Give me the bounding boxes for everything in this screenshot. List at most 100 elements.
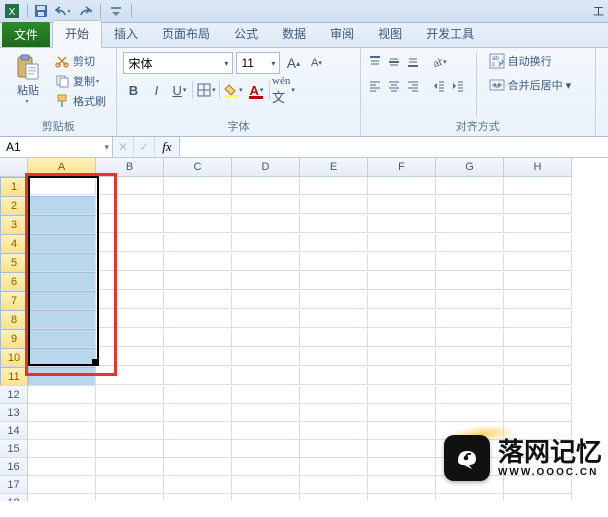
cell[interactable] bbox=[232, 253, 300, 271]
cell[interactable] bbox=[28, 458, 96, 476]
cell[interactable] bbox=[504, 177, 572, 195]
cell[interactable] bbox=[164, 367, 232, 385]
row-header[interactable]: 6 bbox=[0, 272, 28, 291]
align-right-button[interactable] bbox=[405, 76, 421, 96]
column-header[interactable]: G bbox=[436, 158, 504, 177]
cell[interactable] bbox=[300, 367, 368, 385]
cell[interactable] bbox=[164, 310, 232, 328]
cell[interactable] bbox=[300, 177, 368, 195]
cell[interactable] bbox=[300, 494, 368, 501]
cell[interactable] bbox=[436, 196, 504, 214]
cell[interactable] bbox=[504, 329, 572, 347]
tab-formulas[interactable]: 公式 bbox=[222, 21, 270, 47]
bold-button[interactable]: B bbox=[123, 80, 143, 100]
cell[interactable] bbox=[504, 272, 572, 290]
cell[interactable] bbox=[232, 404, 300, 422]
cell[interactable] bbox=[96, 476, 164, 494]
cell[interactable] bbox=[436, 177, 504, 195]
row-header[interactable]: 7 bbox=[0, 291, 28, 310]
cell[interactable] bbox=[164, 177, 232, 195]
cell[interactable] bbox=[232, 272, 300, 290]
row-header[interactable]: 11 bbox=[0, 367, 28, 386]
cell[interactable] bbox=[368, 422, 436, 440]
cell[interactable] bbox=[436, 291, 504, 309]
cell[interactable] bbox=[232, 367, 300, 385]
cell[interactable] bbox=[300, 422, 368, 440]
cell[interactable] bbox=[368, 196, 436, 214]
cell[interactable] bbox=[164, 253, 232, 271]
row-header[interactable]: 18 bbox=[0, 494, 28, 501]
cell[interactable] bbox=[232, 476, 300, 494]
fx-enter-button[interactable]: ✓ bbox=[134, 137, 155, 157]
cell[interactable] bbox=[164, 272, 232, 290]
format-painter-button[interactable]: 格式刷 bbox=[52, 92, 108, 110]
cell[interactable] bbox=[164, 291, 232, 309]
cell[interactable] bbox=[368, 404, 436, 422]
column-header[interactable]: B bbox=[96, 158, 164, 177]
cell[interactable] bbox=[300, 404, 368, 422]
cell[interactable] bbox=[28, 476, 96, 494]
undo-button[interactable]: ▾ bbox=[53, 2, 73, 20]
cell[interactable] bbox=[28, 404, 96, 422]
cell[interactable] bbox=[504, 253, 572, 271]
cell[interactable] bbox=[504, 291, 572, 309]
cell[interactable] bbox=[232, 291, 300, 309]
cell[interactable] bbox=[28, 253, 96, 272]
increase-font-button[interactable]: A▴ bbox=[283, 53, 303, 73]
cell[interactable] bbox=[436, 404, 504, 422]
cell[interactable] bbox=[164, 422, 232, 440]
worksheet-grid[interactable]: ABCDEFGH123456789101112131415161718 落网记忆… bbox=[0, 158, 608, 501]
cell[interactable] bbox=[504, 494, 572, 501]
cell[interactable] bbox=[436, 494, 504, 501]
cell[interactable] bbox=[504, 215, 572, 233]
align-middle-button[interactable] bbox=[386, 52, 402, 72]
align-left-button[interactable] bbox=[367, 76, 383, 96]
cell[interactable] bbox=[232, 386, 300, 404]
tab-insert[interactable]: 插入 bbox=[102, 21, 150, 47]
cell[interactable] bbox=[96, 329, 164, 347]
column-header[interactable]: C bbox=[164, 158, 232, 177]
cell[interactable] bbox=[504, 404, 572, 422]
fill-color-button[interactable]: ▾ bbox=[223, 80, 243, 100]
row-header[interactable]: 14 bbox=[0, 422, 28, 440]
cell[interactable] bbox=[300, 272, 368, 290]
cell[interactable] bbox=[96, 458, 164, 476]
border-button[interactable]: ▾ bbox=[196, 80, 216, 100]
row-header[interactable]: 3 bbox=[0, 215, 28, 234]
cell[interactable] bbox=[164, 196, 232, 214]
cell[interactable] bbox=[300, 458, 368, 476]
cell[interactable] bbox=[436, 386, 504, 404]
cell[interactable] bbox=[300, 476, 368, 494]
cell[interactable] bbox=[28, 310, 96, 329]
cell[interactable] bbox=[96, 253, 164, 271]
decrease-font-button[interactable]: A▾ bbox=[306, 53, 326, 73]
cell[interactable] bbox=[368, 367, 436, 385]
cell[interactable] bbox=[164, 476, 232, 494]
cell[interactable] bbox=[96, 422, 164, 440]
cell[interactable] bbox=[300, 310, 368, 328]
column-header[interactable]: H bbox=[504, 158, 572, 177]
save-button[interactable] bbox=[31, 2, 51, 20]
cell[interactable] bbox=[368, 310, 436, 328]
cell[interactable] bbox=[164, 329, 232, 347]
cell[interactable] bbox=[368, 458, 436, 476]
column-header[interactable]: A bbox=[28, 158, 96, 177]
row-header[interactable]: 16 bbox=[0, 458, 28, 476]
cell[interactable] bbox=[368, 234, 436, 252]
row-header[interactable]: 4 bbox=[0, 234, 28, 253]
cell[interactable] bbox=[164, 234, 232, 252]
fill-handle[interactable] bbox=[92, 359, 98, 365]
cell[interactable] bbox=[28, 215, 96, 234]
cell[interactable] bbox=[368, 253, 436, 271]
column-header[interactable]: F bbox=[368, 158, 436, 177]
tab-data[interactable]: 数据 bbox=[270, 21, 318, 47]
cell[interactable] bbox=[232, 458, 300, 476]
cell[interactable] bbox=[504, 386, 572, 404]
cell[interactable] bbox=[368, 494, 436, 501]
cell[interactable] bbox=[96, 234, 164, 252]
cell[interactable] bbox=[164, 458, 232, 476]
cell[interactable] bbox=[368, 215, 436, 233]
cell[interactable] bbox=[96, 348, 164, 366]
copy-button[interactable]: 复制 ▾ bbox=[52, 72, 108, 90]
cell[interactable] bbox=[368, 440, 436, 458]
